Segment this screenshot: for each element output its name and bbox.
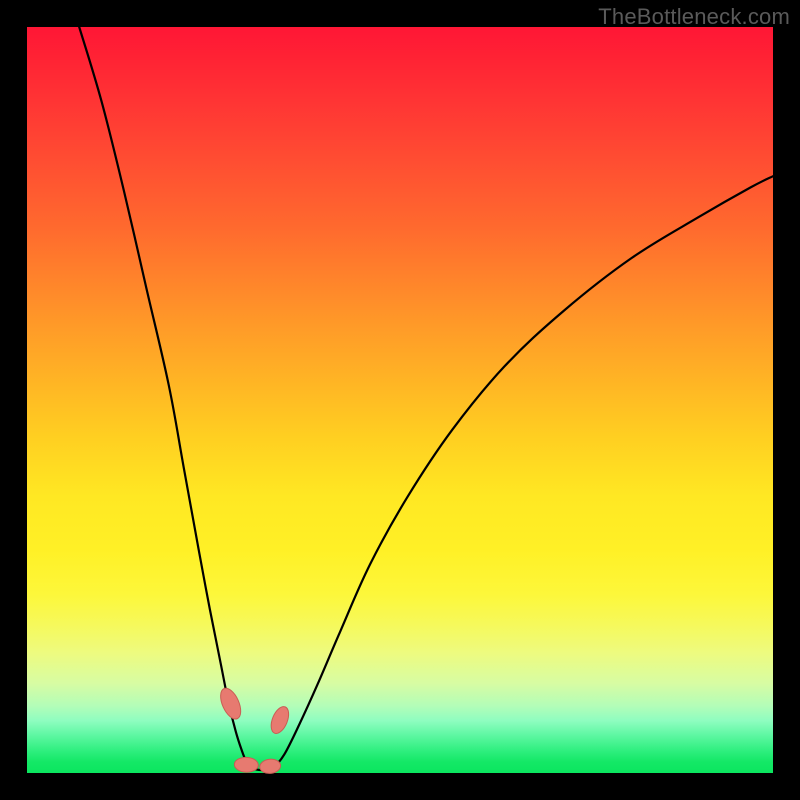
curve-left-branch <box>79 27 251 769</box>
plot-area <box>27 27 773 773</box>
chart-frame: TheBottleneck.com <box>0 0 800 800</box>
data-marker <box>268 704 292 736</box>
curve-right-branch <box>273 176 773 768</box>
watermark-label: TheBottleneck.com <box>598 4 790 30</box>
bottleneck-curve <box>27 27 773 773</box>
data-marker <box>259 758 281 774</box>
data-marker <box>216 685 244 722</box>
data-marker <box>234 757 258 773</box>
